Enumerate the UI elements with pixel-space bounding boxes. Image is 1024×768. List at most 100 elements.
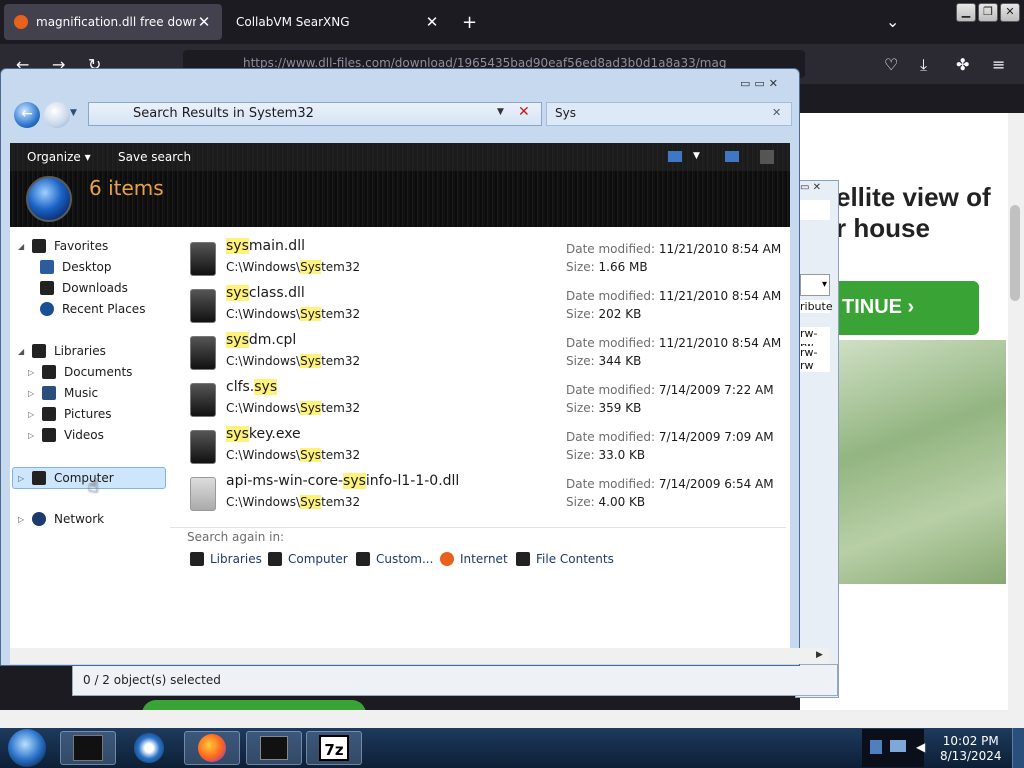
file-name-match: sys [226, 426, 249, 442]
file-list-item[interactable]: sysclass.dll C:\Windows\System32 Date modi… [186, 285, 786, 331]
web-horizontal-scrollbar[interactable] [0, 710, 1024, 728]
taskbar-firefox-button[interactable] [184, 731, 240, 765]
taskbar-clock[interactable]: 10:02 PM 8/13/2024 [940, 734, 1002, 764]
pocket-icon[interactable]: ♡ [884, 55, 898, 74]
minimize-button[interactable]: ▁ [956, 3, 976, 22]
search-again-internet[interactable]: Internet [440, 552, 508, 566]
nav-libraries[interactable]: ◢ Libraries [18, 341, 106, 361]
close-tab-icon[interactable]: ✕ [196, 13, 212, 31]
date-label: Date modified: [566, 289, 656, 303]
downloads-icon[interactable]: ⤓ [920, 55, 927, 75]
explorer-window-controls[interactable]: ▭▭✕ [740, 77, 782, 90]
preview-pane-icon[interactable] [725, 151, 739, 162]
back-arrow-icon[interactable]: ← [14, 102, 40, 128]
maximize-button[interactable]: ❐ [978, 3, 998, 22]
nav-recent-places[interactable]: Recent Places [40, 299, 145, 319]
network-tray-icon[interactable] [890, 740, 906, 752]
expand-triangle-icon[interactable]: ▷ [18, 474, 28, 483]
file-list-item[interactable]: syskey.exe C:\Windows\System32 Date modifi… [186, 426, 786, 472]
file-name: api-ms-win-core-sysinfo-l1-1-0.dll [226, 473, 459, 489]
file-list-item[interactable]: api-ms-win-core-sysinfo-l1-1-0.dll C:\Win… [186, 473, 786, 519]
file-list-item[interactable]: sysmain.dll C:\Windows\System32 Date modif… [186, 238, 786, 284]
taskbar-list-button[interactable] [246, 731, 302, 765]
web-scrollbar-thumb[interactable] [1010, 205, 1020, 301]
libraries-icon [190, 552, 204, 566]
search-again-computer[interactable]: Computer [268, 552, 348, 566]
file-list-item[interactable]: clfs.sys C:\Windows\System32 Date modified… [186, 379, 786, 425]
nav-downloads[interactable]: Downloads [40, 278, 128, 298]
expand-triangle-icon[interactable]: ◢ [18, 242, 28, 251]
recent-pages-chevron-icon[interactable]: ▼ [70, 108, 77, 118]
background-dialog-column-header: ribute [800, 300, 833, 313]
nav-pictures[interactable]: ▷ Pictures [28, 404, 112, 424]
file-path-part: C:\Windows\ [226, 401, 301, 415]
taskbar-explorer-button[interactable] [60, 731, 116, 765]
security-shield-icon[interactable] [870, 740, 882, 754]
file-name: sysmain.dll [226, 238, 305, 254]
media-player-icon[interactable] [134, 733, 164, 763]
show-desktop-button[interactable] [1012, 728, 1024, 768]
explorer-icon [73, 735, 103, 761]
app-menu-icon[interactable]: ≡ [992, 55, 1005, 74]
browser-tab-active[interactable]: magnification.dll free downloa ✕ [4, 4, 222, 40]
expand-triangle-icon[interactable]: ▷ [28, 431, 38, 440]
file-path-part: tem32 [321, 260, 361, 274]
size-label: Size: [566, 354, 595, 368]
expand-triangle-icon[interactable]: ▷ [18, 515, 28, 524]
size-value: 359 KB [598, 401, 642, 415]
help-icon[interactable] [760, 150, 774, 164]
file-date: Date modified: 7/14/2009 7:09 AM [566, 430, 774, 444]
nav-network[interactable]: ▷ Network [18, 509, 104, 529]
volume-icon[interactable]: ◀ [916, 740, 925, 754]
nav-favorites[interactable]: ◢ Favorites [18, 236, 108, 256]
search-input[interactable]: Sys [546, 102, 792, 126]
forward-arrow-icon[interactable] [44, 102, 70, 128]
nav-label: Documents [64, 365, 133, 379]
computer-icon [32, 471, 46, 485]
organize-button[interactable]: Organize ▾ [27, 150, 91, 164]
close-tab-icon[interactable]: ✕ [424, 13, 440, 31]
file-path-part: tem32 [321, 307, 361, 321]
nav-desktop[interactable]: Desktop [40, 257, 112, 277]
horizontal-scrollbar[interactable] [10, 648, 830, 664]
file-path: C:\Windows\System32 [226, 448, 360, 462]
nav-videos[interactable]: ▷ Videos [28, 425, 104, 445]
expand-triangle-icon[interactable]: ▷ [28, 389, 38, 398]
web-scrollbar[interactable] [1008, 113, 1024, 710]
taskbar-7zip-button[interactable]: 7z [306, 731, 362, 765]
save-search-button[interactable]: Save search [118, 150, 191, 164]
expand-triangle-icon[interactable]: ▷ [28, 368, 38, 377]
start-button[interactable] [8, 729, 46, 767]
address-bar[interactable]: Search Results in System32 [88, 102, 542, 126]
nav-label: Desktop [62, 260, 112, 274]
continue-button[interactable]: TINUE › [830, 281, 979, 335]
background-dialog-dropdown[interactable]: ▾ [800, 274, 830, 296]
expand-triangle-icon[interactable]: ▷ [28, 410, 38, 419]
expand-triangle-icon[interactable]: ◢ [18, 347, 28, 356]
view-options-chevron-icon[interactable]: ▼ [693, 151, 700, 161]
address-dropdown-icon[interactable]: ▼ [497, 107, 504, 117]
search-again-file-contents[interactable]: File Contents [516, 552, 614, 566]
nav-documents[interactable]: ▷ Documents [28, 362, 132, 382]
date-label: Date modified: [566, 242, 656, 256]
nav-computer[interactable]: ▷ Computer [18, 468, 114, 488]
browser-tab[interactable]: CollabVM SearXNG ✕ [226, 4, 450, 40]
list-all-tabs-icon[interactable]: ⌄ [886, 12, 899, 31]
file-name-part: class.dll [248, 285, 305, 301]
file-path-match: Sys [300, 401, 322, 415]
background-dialog-controls[interactable]: ▭ ✕ [800, 182, 821, 193]
file-list-item[interactable]: sysdm.cpl C:\Windows\System32 Date modifie… [186, 332, 786, 378]
background-dialog-panel [800, 200, 830, 220]
search-clear-icon[interactable]: ✕ [772, 106, 781, 119]
nav-music[interactable]: ▷ Music [28, 383, 98, 403]
clear-search-icon[interactable]: ✕ [518, 104, 530, 120]
extensions-icon[interactable]: ✤ [956, 55, 969, 74]
new-tab-button[interactable]: + [462, 12, 477, 33]
clock-date: 8/13/2024 [940, 749, 1002, 763]
search-again-custom[interactable]: Custom... [356, 552, 433, 566]
search-again-libraries[interactable]: Libraries [190, 552, 262, 566]
scroll-right-arrow-icon[interactable]: ▶ [816, 650, 823, 660]
file-icon [190, 289, 216, 323]
close-window-button[interactable]: ✕ [1000, 3, 1020, 22]
change-view-icon[interactable] [668, 151, 682, 162]
